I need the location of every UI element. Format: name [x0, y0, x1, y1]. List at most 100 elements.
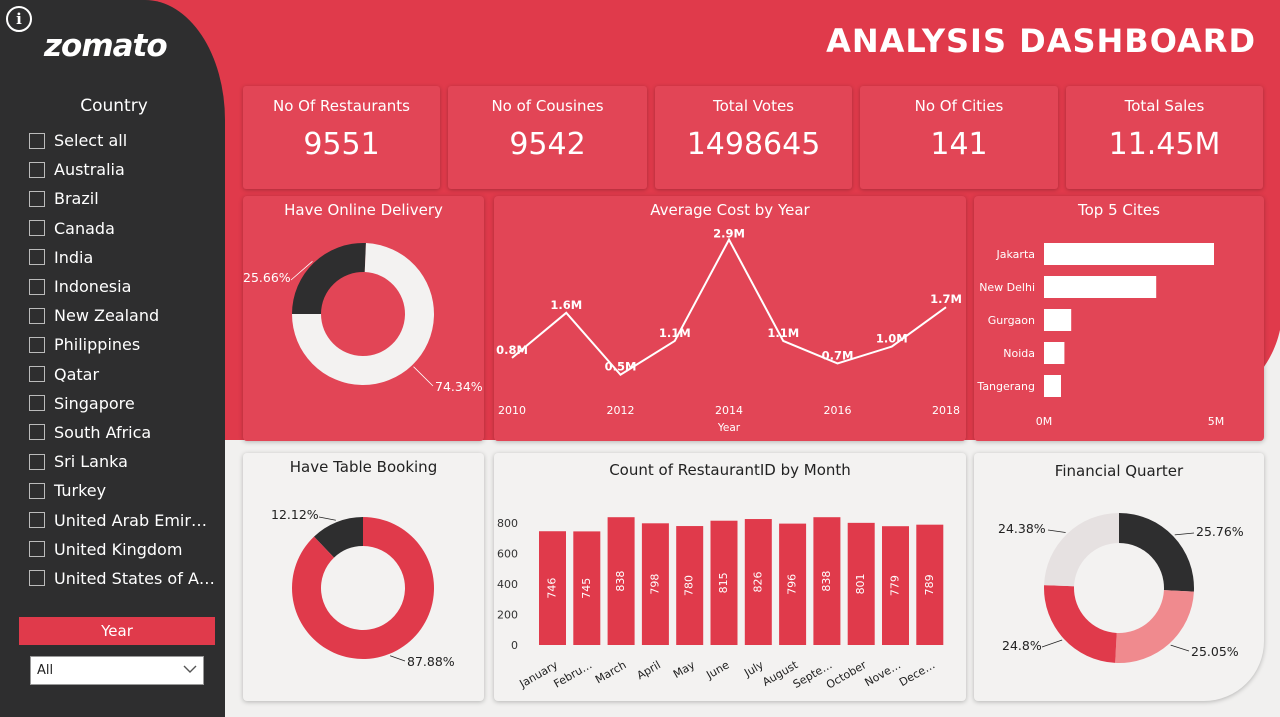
- data-label: 815: [717, 572, 730, 593]
- x-tick-label: 2014: [715, 404, 743, 417]
- data-label: 0.5M: [605, 360, 637, 374]
- online-delivery-donut: 25.66% 74.34%: [243, 243, 483, 394]
- country-option[interactable]: Singapore: [29, 389, 215, 418]
- leader-line: [1041, 639, 1063, 648]
- checkbox[interactable]: [29, 161, 45, 178]
- checkbox[interactable]: [29, 190, 45, 207]
- country-option[interactable]: Brazil: [29, 184, 215, 213]
- bar: [1044, 276, 1157, 298]
- category-label: New Delhi: [979, 281, 1035, 294]
- x-tick-label: April: [635, 658, 663, 682]
- kpi-value: 9551: [303, 127, 380, 162]
- country-option[interactable]: Australia: [29, 155, 215, 184]
- x-tick-label: March: [593, 658, 629, 686]
- year-dropdown-value: All: [37, 663, 54, 678]
- kpi-label: No Of Restaurants: [273, 97, 410, 115]
- data-label: 801: [854, 573, 867, 594]
- checkbox[interactable]: [29, 570, 45, 587]
- donut-slice: [1119, 513, 1194, 592]
- leader-line: [1170, 644, 1190, 652]
- year-dropdown[interactable]: All: [30, 656, 204, 685]
- chart-title: Count of RestaurantID by Month: [609, 461, 851, 479]
- donut-label: 24.38%: [998, 521, 1046, 536]
- x-axis-label: Year: [717, 422, 741, 434]
- checkbox[interactable]: [29, 541, 45, 558]
- data-label: 745: [580, 578, 593, 599]
- kpi-card-votes: Total Votes 1498645: [655, 86, 852, 189]
- country-option-label: Select all: [54, 131, 128, 151]
- country-option[interactable]: United Kingdom: [29, 535, 215, 564]
- country-option-label: India: [54, 247, 94, 267]
- chart-title: Top 5 Cites: [1078, 201, 1160, 219]
- donut-slice: [1044, 585, 1117, 663]
- checkbox[interactable]: [29, 482, 45, 499]
- country-filter-list: Select all Australia Brazil Canada India Indo…: [29, 126, 215, 593]
- data-label: 1.6M: [550, 298, 582, 312]
- data-label: 780: [683, 575, 696, 596]
- category-label: Noida: [1003, 347, 1035, 360]
- bar: [1044, 375, 1061, 397]
- country-option[interactable]: United Arab Emir…: [29, 505, 215, 534]
- country-option[interactable]: Qatar: [29, 360, 215, 389]
- donut-label: 24.8%: [1002, 638, 1042, 653]
- chart-title: Have Online Delivery: [284, 201, 443, 219]
- y-tick-label: 200: [497, 609, 518, 622]
- y-tick-label: 800: [497, 517, 518, 530]
- financial-quarter-panel: Financial Quarter 25.76% 25.05% 24.8% 24.38…: [974, 453, 1264, 701]
- country-option-label: Indonesia: [54, 277, 132, 297]
- x-tick-label: May: [671, 658, 698, 681]
- country-option[interactable]: South Africa: [29, 418, 215, 447]
- data-label: 798: [648, 574, 661, 595]
- country-option[interactable]: India: [29, 243, 215, 272]
- country-option[interactable]: Turkey: [29, 476, 215, 505]
- checkbox[interactable]: [29, 220, 45, 237]
- checkbox[interactable]: [29, 132, 45, 149]
- kpi-label: No of Cousines: [491, 97, 604, 115]
- donut-label: 25.66%: [243, 270, 291, 285]
- checkbox[interactable]: [29, 512, 45, 529]
- leader-line: [1047, 529, 1066, 533]
- average-cost-line-chart: 0.8M 1.6M 0.5M 1.1M 2.9M 1.1M 0.7M 1.0M 1.7M 2010…: [496, 227, 962, 434]
- country-option[interactable]: Canada: [29, 214, 215, 243]
- country-option[interactable]: Indonesia: [29, 272, 215, 301]
- chart-title: Have Table Booking: [289, 458, 438, 476]
- checkbox[interactable]: [29, 366, 45, 383]
- x-tick-label: 2018: [932, 404, 960, 417]
- country-filter-title: Country: [80, 96, 148, 116]
- checkbox[interactable]: [29, 336, 45, 353]
- average-cost-panel: Average Cost by Year 0.8M 1.6M 0.5M 1.1M 2.9…: [494, 196, 966, 441]
- checkbox[interactable]: [29, 307, 45, 324]
- data-label: 1.7M: [930, 292, 962, 306]
- data-label: 0.8M: [496, 343, 528, 357]
- checkbox[interactable]: [29, 453, 45, 470]
- data-label: 779: [889, 575, 902, 596]
- leader-line: [318, 516, 336, 521]
- country-option[interactable]: Select all: [29, 126, 215, 155]
- checkbox[interactable]: [29, 278, 45, 295]
- checkbox[interactable]: [29, 249, 45, 266]
- checkbox[interactable]: [29, 395, 45, 412]
- data-label: 796: [786, 574, 799, 595]
- category-label: Jakarta: [996, 248, 1035, 261]
- country-option[interactable]: Sri Lanka: [29, 447, 215, 476]
- checkbox[interactable]: [29, 424, 45, 441]
- data-label: 1.0M: [876, 332, 908, 346]
- month-count-bar-chart: 0 200 400 600 800 746 January 745 Febru… 838 March…: [497, 517, 944, 692]
- country-option-label: United Kingdom: [54, 539, 183, 559]
- info-icon[interactable]: i: [6, 6, 32, 32]
- leader-line: [413, 366, 434, 387]
- x-tick-label: 0M: [1036, 415, 1053, 428]
- country-option-label: Canada: [54, 218, 115, 238]
- country-option[interactable]: Philippines: [29, 330, 215, 359]
- bar: [1044, 309, 1072, 331]
- kpi-value: 9542: [509, 127, 586, 162]
- donut-label: 25.76%: [1196, 524, 1244, 539]
- financial-quarter-donut: 25.76% 25.05% 24.8% 24.38%: [998, 513, 1244, 663]
- kpi-card-restaurants: No Of Restaurants 9551: [243, 86, 440, 189]
- country-option[interactable]: United States of A…: [29, 564, 215, 593]
- y-tick-label: 0: [511, 639, 518, 652]
- bar: [1044, 243, 1214, 265]
- category-label: Gurgaon: [988, 314, 1035, 327]
- country-option[interactable]: New Zealand: [29, 301, 215, 330]
- y-tick-label: 600: [497, 548, 518, 561]
